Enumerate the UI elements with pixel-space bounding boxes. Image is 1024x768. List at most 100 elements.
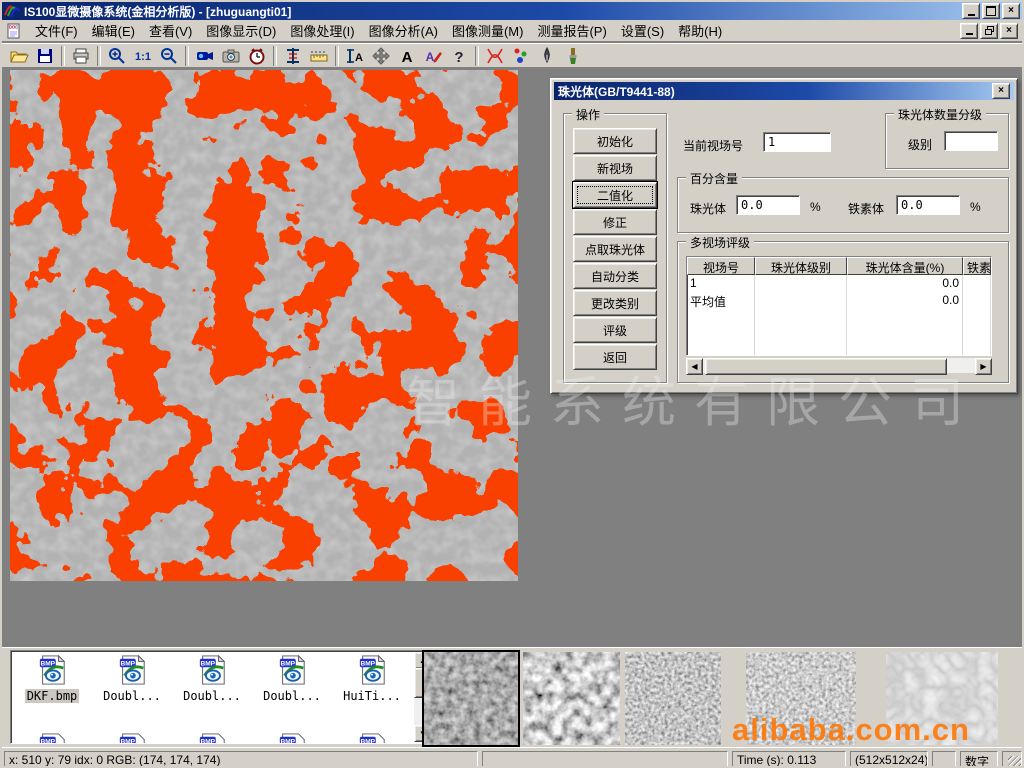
cell-content: 0.0 bbox=[847, 275, 963, 292]
file-browser[interactable]: BMP DKF.bmp BMP Doubl... BMP Doubl... BM… bbox=[10, 650, 432, 744]
menu-image-display[interactable]: 图像显示(D) bbox=[199, 19, 283, 42]
status-empty-1 bbox=[482, 751, 728, 768]
menu-bar: DOC 文件(F) 编辑(E) 查看(V) 图像显示(D) 图像处理(I) 图像… bbox=[2, 20, 1022, 42]
toolbar: 1:1 A A A ? bbox=[2, 43, 1022, 68]
annotate-button[interactable]: A bbox=[420, 45, 446, 67]
correct-button[interactable]: 修正 bbox=[573, 209, 657, 235]
file-name[interactable]: HuiTi... bbox=[341, 689, 403, 703]
table-row[interactable]: 1 0.0 bbox=[687, 275, 991, 292]
file-item[interactable]: BMP DKF.bmp bbox=[13, 655, 91, 703]
pen-tool-button[interactable] bbox=[534, 45, 560, 67]
file-item-partial[interactable]: BMP bbox=[253, 733, 331, 744]
col-ferrite[interactable]: 铁素体 bbox=[963, 257, 991, 275]
menu-help[interactable]: 帮助(H) bbox=[671, 19, 729, 42]
ferrite-percent-input[interactable] bbox=[896, 195, 960, 215]
title-bar[interactable]: IS100显微摄像系统(金相分析版) - [zhuguangti01] × bbox=[2, 2, 1022, 20]
binarize-button[interactable]: 二值化 bbox=[573, 182, 657, 208]
file-item-partial[interactable]: BMP bbox=[13, 733, 91, 744]
file-item[interactable]: BMP Doubl... bbox=[253, 655, 331, 703]
save-button[interactable] bbox=[32, 45, 58, 67]
text-tool-button[interactable]: A bbox=[394, 45, 420, 67]
zoom-in-button[interactable] bbox=[104, 45, 130, 67]
close-button[interactable]: × bbox=[1002, 3, 1020, 19]
timer-button[interactable] bbox=[244, 45, 270, 67]
change-class-button[interactable]: 更改类别 bbox=[573, 290, 657, 316]
file-name[interactable]: DKF.bmp bbox=[25, 689, 80, 703]
menu-image-measure[interactable]: 图像测量(M) bbox=[445, 19, 531, 42]
file-item[interactable]: BMP Doubl... bbox=[173, 655, 251, 703]
micrograph-image[interactable] bbox=[10, 70, 518, 581]
table-horizontal-scrollbar[interactable]: ◀ ▶ bbox=[686, 358, 992, 373]
zoom-out-icon bbox=[159, 46, 179, 66]
mdi-restore-button[interactable] bbox=[980, 23, 998, 39]
menu-view[interactable]: 查看(V) bbox=[142, 19, 199, 42]
grade-button[interactable]: 评级 bbox=[573, 317, 657, 343]
level-input[interactable] bbox=[944, 131, 998, 151]
file-item[interactable]: BMP Doubl... bbox=[93, 655, 171, 703]
resize-grip[interactable] bbox=[1008, 756, 1021, 768]
help-button[interactable]: ? bbox=[446, 45, 472, 67]
video-camera-icon bbox=[195, 46, 215, 66]
pick-pearlite-button[interactable]: 点取珠光体 bbox=[573, 236, 657, 262]
file-name[interactable]: Doubl... bbox=[101, 689, 163, 703]
menu-edit[interactable]: 编辑(E) bbox=[85, 19, 142, 42]
menu-measure-report[interactable]: 测量报告(P) bbox=[530, 19, 613, 42]
file-item-partial[interactable]: BMP bbox=[333, 733, 411, 744]
file-item-partial[interactable]: BMP bbox=[173, 733, 251, 744]
thumbnail-4[interactable] bbox=[746, 652, 856, 745]
svg-text:A: A bbox=[355, 52, 363, 64]
application-window: IS100显微摄像系统(金相分析版) - [zhuguangti01] × DO… bbox=[0, 0, 1024, 768]
curve-tool-button[interactable] bbox=[482, 45, 508, 67]
brush-tool-button[interactable] bbox=[560, 45, 586, 67]
file-name[interactable]: Doubl... bbox=[181, 689, 243, 703]
file-name[interactable]: Doubl... bbox=[261, 689, 323, 703]
col-pearlite-content[interactable]: 珠光体含量(%) bbox=[847, 257, 963, 275]
scroll-right-icon[interactable]: ▶ bbox=[975, 358, 992, 375]
mdi-minimize-button[interactable] bbox=[960, 23, 978, 39]
initialize-button[interactable]: 初始化 bbox=[573, 128, 657, 154]
pearlite-dialog: 珠光体(GB/T9441-88) × 操作 初始化 新视场 二值化 修正 点取珠… bbox=[550, 78, 1018, 394]
menu-file[interactable]: 文件(F) bbox=[28, 19, 85, 42]
table-row[interactable]: 平均值 0.0 bbox=[687, 292, 991, 309]
menu-image-analysis[interactable]: 图像分析(A) bbox=[362, 19, 445, 42]
scrollbar-thumb[interactable] bbox=[705, 358, 947, 375]
grading-table[interactable]: 视场号 珠光体级别 珠光体含量(%) 铁素体 1 0.0 平均值 0.0 bbox=[686, 256, 992, 356]
dialog-title-bar[interactable]: 珠光体(GB/T9441-88) × bbox=[554, 82, 1014, 100]
toolbar-separator bbox=[97, 46, 101, 66]
actual-size-button[interactable]: 1:1 bbox=[130, 45, 156, 67]
mdi-close-button[interactable]: × bbox=[1000, 23, 1018, 39]
file-item-partial[interactable]: BMP bbox=[93, 733, 171, 744]
measure-label-button[interactable]: A bbox=[342, 45, 368, 67]
col-field-number[interactable]: 视场号 bbox=[687, 257, 755, 275]
new-field-button[interactable]: 新视场 bbox=[573, 155, 657, 181]
menu-settings[interactable]: 设置(S) bbox=[614, 19, 671, 42]
ruler-button[interactable] bbox=[306, 45, 332, 67]
return-button[interactable]: 返回 bbox=[573, 344, 657, 370]
scroll-left-icon[interactable]: ◀ bbox=[686, 358, 703, 375]
caliper-button[interactable] bbox=[280, 45, 306, 67]
thumbnail-5[interactable] bbox=[886, 652, 998, 745]
thumbnail-3[interactable] bbox=[625, 652, 721, 745]
menu-image-processing[interactable]: 图像处理(I) bbox=[283, 19, 361, 42]
pan-button[interactable] bbox=[368, 45, 394, 67]
auto-classify-button[interactable]: 自动分类 bbox=[573, 263, 657, 289]
maximize-button[interactable] bbox=[982, 3, 1000, 19]
col-pearlite-grade[interactable]: 珠光体级别 bbox=[755, 257, 847, 275]
pearlite-percent-input[interactable] bbox=[736, 195, 800, 215]
print-button[interactable] bbox=[68, 45, 94, 67]
current-field-input[interactable] bbox=[763, 132, 831, 152]
dialog-close-button[interactable]: × bbox=[992, 83, 1010, 99]
thumbnail-2[interactable] bbox=[523, 652, 620, 745]
file-item[interactable]: BMP HuiTi... bbox=[333, 655, 411, 703]
thumbnail-1[interactable] bbox=[424, 652, 518, 745]
snapshot-button[interactable] bbox=[218, 45, 244, 67]
minimize-button[interactable] bbox=[962, 3, 980, 19]
status-resolution: (512x512x24) bbox=[850, 751, 928, 768]
operate-group: 操作 初始化 新视场 二值化 修正 点取珠光体 自动分类 更改类别 评级 返回 bbox=[563, 113, 667, 383]
operate-group-label: 操作 bbox=[572, 106, 604, 123]
open-button[interactable] bbox=[6, 45, 32, 67]
document-icon[interactable]: DOC bbox=[6, 23, 22, 39]
count-points-button[interactable] bbox=[508, 45, 534, 67]
zoom-out-button[interactable] bbox=[156, 45, 182, 67]
video-capture-button[interactable] bbox=[192, 45, 218, 67]
